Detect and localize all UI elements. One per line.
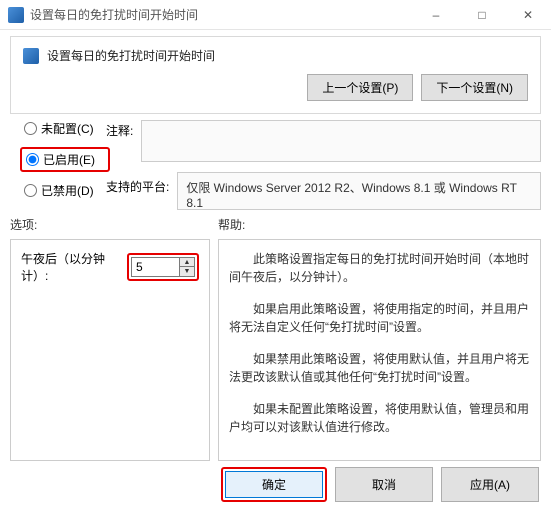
platforms-text: 仅限 Windows Server 2012 R2、Windows 8.1 或 … [186,181,516,210]
platforms-label: 支持的平台: [106,172,169,195]
radio-disabled-input[interactable] [24,184,37,197]
app-icon [8,7,24,23]
config-row: 未配置(C) 已启用(E) 已禁用(D) 注释: 支持的平台: 仅限 Windo… [10,120,541,210]
help-label: 帮助: [218,216,541,233]
radio-disabled-label: 已禁用(D) [41,182,94,199]
minutes-spinner[interactable]: ▲ ▼ [179,257,195,277]
close-button[interactable]: ✕ [505,0,551,30]
comment-label: 注释: [106,120,133,139]
spinner-up-icon[interactable]: ▲ [180,258,194,267]
minutes-after-midnight-label: 午夜后（以分钟计）: [21,250,121,284]
options-panel: 午夜后（以分钟计）: ▲ ▼ [10,239,210,461]
setting-icon [23,48,39,64]
platforms-textbox: 仅限 Windows Server 2012 R2、Windows 8.1 或 … [177,172,541,210]
window-title: 设置每日的免打扰时间开始时间 [30,6,413,23]
setting-title: 设置每日的免打扰时间开始时间 [47,47,215,64]
help-paragraph: 如果未配置此策略设置，将使用默认值，管理员和用户均可以对该默认值进行修改。 [229,400,530,436]
apply-button[interactable]: 应用(A) [441,467,539,502]
radio-enabled-label: 已启用(E) [43,151,95,168]
minutes-after-midnight-input[interactable] [131,257,179,277]
setting-header-card: 设置每日的免打扰时间开始时间 上一个设置(P) 下一个设置(N) [10,36,541,114]
cancel-button[interactable]: 取消 [335,467,433,502]
help-paragraph: 如果禁用此策略设置，将使用默认值，并且用户将无法更改该默认值或其他任何“免打扰时… [229,350,530,386]
radio-enabled-input[interactable] [26,153,39,166]
radio-not-configured-label: 未配置(C) [41,120,94,137]
help-paragraph: 此策略设置指定每日的免打扰时间开始时间（本地时间午夜后，以分钟计）。 [229,250,530,286]
titlebar: 设置每日的免打扰时间开始时间 – □ ✕ [0,0,551,30]
radio-not-configured[interactable]: 未配置(C) [24,120,106,137]
minimize-button[interactable]: – [413,0,459,30]
next-setting-button[interactable]: 下一个设置(N) [421,74,528,101]
options-label: 选项: [10,216,210,233]
state-radio-group: 未配置(C) 已启用(E) 已禁用(D) [10,120,106,210]
spinner-down-icon[interactable]: ▼ [180,267,194,276]
comment-textbox[interactable] [141,120,541,162]
radio-enabled[interactable]: 已启用(E) [26,151,104,168]
radio-not-configured-input[interactable] [24,122,37,135]
help-paragraph: 如果启用此策略设置，将使用指定的时间，并且用户将无法自定义任何“免打扰时间”设置… [229,300,530,336]
help-panel: 此策略设置指定每日的免打扰时间开始时间（本地时间午夜后，以分钟计）。 如果启用此… [218,239,541,461]
maximize-button[interactable]: □ [459,0,505,30]
radio-disabled[interactable]: 已禁用(D) [24,182,106,199]
previous-setting-button[interactable]: 上一个设置(P) [307,74,413,101]
ok-button[interactable]: 确定 [225,471,323,498]
dialog-footer: 确定 取消 应用(A) [0,461,551,508]
